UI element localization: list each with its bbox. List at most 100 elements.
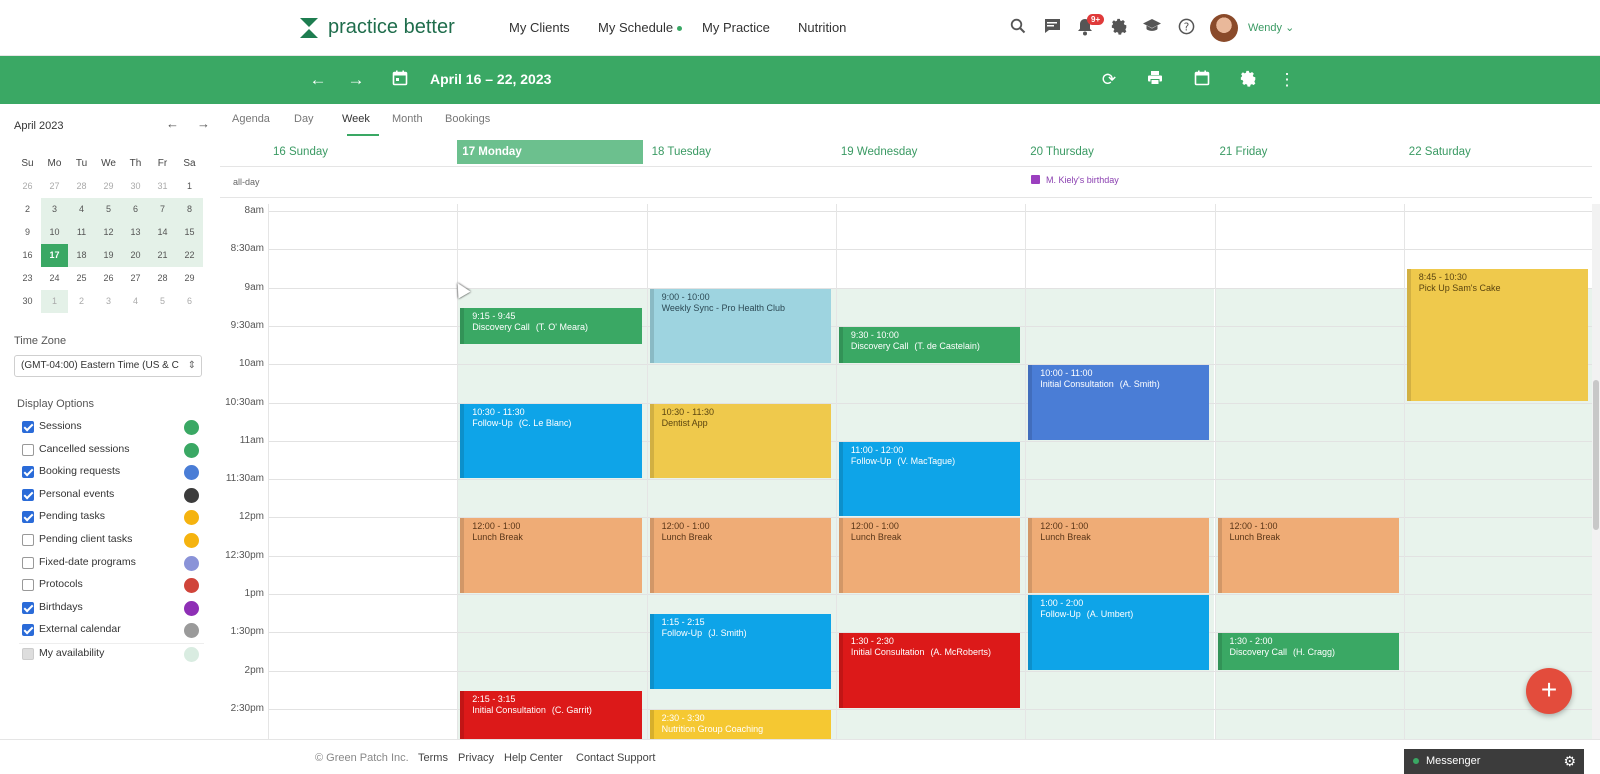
mini-day-cell[interactable]: 14 <box>149 221 176 244</box>
calendar-event[interactable]: 12:00 - 1:00 Lunch Break <box>838 518 1021 593</box>
tab-bookings[interactable]: Bookings <box>445 113 490 125</box>
display-option[interactable]: Protocols <box>19 575 204 598</box>
color-swatch-icon[interactable] <box>184 578 199 594</box>
mini-day-cell[interactable]: 24 <box>41 267 68 290</box>
terms-link[interactable]: Terms <box>418 752 448 764</box>
calendar-event[interactable]: 10:30 - 11:30 Follow-Up (C. Le Blanc) <box>460 403 642 479</box>
day-header[interactable]: 16 Sunday <box>268 140 453 164</box>
calendar-event[interactable]: 2:15 - 3:15 Initial Consultation (C. Garri… <box>460 690 642 739</box>
color-swatch-icon[interactable] <box>184 623 199 639</box>
day-header[interactable]: 20 Thursday <box>1025 140 1210 164</box>
mini-day-cell[interactable]: 22 <box>176 244 203 267</box>
print-icon[interactable] <box>1145 70 1165 90</box>
mini-day-cell[interactable]: 21 <box>149 244 176 267</box>
user-avatar[interactable] <box>1210 14 1238 42</box>
day-header[interactable]: 22 Saturday <box>1404 140 1589 164</box>
messenger-settings-gear-icon[interactable]: ⚙ <box>1563 749 1576 774</box>
color-swatch-icon[interactable] <box>184 532 199 548</box>
calendar-event[interactable]: 12:00 - 1:00 Lunch Break <box>460 518 642 593</box>
mini-day-cell[interactable]: 28 <box>149 267 176 290</box>
mini-day-cell[interactable]: 1 <box>41 290 68 313</box>
mini-day-cell[interactable]: 5 <box>95 198 122 221</box>
calendar-settings-gear-icon[interactable] <box>1238 70 1258 90</box>
previous-week-arrow-icon[interactable]: ← <box>308 70 328 90</box>
calendar-event[interactable]: 11:00 - 12:00 Follow-Up (V. MacTague) <box>838 441 1021 517</box>
mini-day-cell[interactable]: 9 <box>14 221 41 244</box>
calendar-event[interactable]: 1:15 - 2:15 Follow-Up (J. Smith) <box>649 614 831 689</box>
tab-week[interactable]: Week <box>342 113 370 125</box>
mini-next-month-arrow-icon[interactable]: → <box>197 116 210 131</box>
calendar-event[interactable]: 9:30 - 10:00 Discovery Call (T. de Castela… <box>838 326 1021 364</box>
mini-day-cell[interactable]: 6 <box>176 290 203 313</box>
calendar-event[interactable]: 1:30 - 2:00 Discovery Call (H. Cragg) <box>1217 633 1399 670</box>
refresh-icon[interactable]: ⟳ <box>1099 70 1119 90</box>
mini-day-cell[interactable]: 4 <box>122 290 149 313</box>
mini-day-cell[interactable]: 26 <box>95 267 122 290</box>
mini-day-cell[interactable]: 17 <box>41 244 68 267</box>
chat-icon[interactable] <box>1042 18 1062 38</box>
color-swatch-icon[interactable] <box>184 465 199 481</box>
color-swatch-icon[interactable] <box>184 555 199 571</box>
mini-day-cell[interactable]: 2 <box>68 290 95 313</box>
mini-day-cell[interactable]: 29 <box>176 267 203 290</box>
color-swatch-icon[interactable] <box>184 442 199 458</box>
calendar-event[interactable]: 1:30 - 2:30 Initial Consultation (A. McRob… <box>838 633 1021 708</box>
mini-day-cell[interactable]: 1 <box>176 175 203 198</box>
mini-day-cell[interactable]: 27 <box>41 175 68 198</box>
week-time-grid[interactable]: 8am 8:30am 9am 9:30am 10am 10:30am 11am 11:30am… <box>220 204 1592 739</box>
display-option[interactable]: Pending client tasks <box>19 530 204 553</box>
mini-day-cell[interactable]: 31 <box>149 175 176 198</box>
color-swatch-icon[interactable] <box>184 487 199 503</box>
calendar-event[interactable]: 12:00 - 1:00 Lunch Break <box>649 518 831 593</box>
contact-support-link[interactable]: Contact Support <box>576 752 656 764</box>
calendar-event[interactable]: 10:30 - 11:30 Dentist App <box>649 403 831 479</box>
display-option[interactable]: Pending tasks <box>19 507 204 530</box>
checkbox[interactable] <box>22 624 34 637</box>
day-header[interactable]: 18 Tuesday <box>647 140 832 164</box>
mini-day-cell[interactable]: 25 <box>68 267 95 290</box>
mini-day-cell[interactable]: 6 <box>122 198 149 221</box>
mini-day-cell[interactable]: 12 <box>95 221 122 244</box>
calendar-view-icon[interactable] <box>1192 70 1212 90</box>
mini-day-cell[interactable]: 26 <box>14 175 41 198</box>
checkbox[interactable] <box>22 466 34 479</box>
color-swatch-icon[interactable] <box>184 510 199 526</box>
display-option[interactable]: Sessions <box>19 417 204 440</box>
checkbox[interactable] <box>22 556 34 569</box>
add-event-button[interactable]: + <box>1526 668 1572 714</box>
checkbox[interactable] <box>22 421 34 433</box>
mini-day-cell[interactable]: 2 <box>14 198 41 221</box>
display-option[interactable]: External calendar <box>19 620 204 643</box>
mini-day-cell[interactable]: 15 <box>176 221 203 244</box>
checkbox[interactable] <box>22 511 34 524</box>
color-swatch-icon[interactable] <box>184 600 199 616</box>
tab-agenda[interactable]: Agenda <box>232 113 270 125</box>
calendar-event[interactable]: 10:00 - 11:00 Initial Consultation (A. Smi… <box>1028 365 1210 440</box>
mini-day-cell[interactable]: 28 <box>68 175 95 198</box>
day-header[interactable]: 17 Monday <box>457 140 643 164</box>
help-center-link[interactable]: Help Center <box>504 752 563 764</box>
checkbox[interactable] <box>22 443 34 456</box>
calendar-event[interactable]: 1:00 - 2:00 Follow-Up (A. Umbert) <box>1028 595 1210 670</box>
mini-day-cell[interactable]: 19 <box>95 244 122 267</box>
mini-day-cell[interactable]: 23 <box>14 267 41 290</box>
user-menu[interactable]: Wendy ⌄ <box>1248 21 1294 34</box>
calendar-event[interactable]: 12:00 - 1:00 Lunch Break <box>1217 518 1399 593</box>
more-vertical-icon[interactable]: ⋮ <box>1277 70 1297 90</box>
checkbox[interactable] <box>22 647 34 660</box>
time-zone-select[interactable]: (GMT-04:00) Eastern Time (US & C ⇕ <box>14 355 202 377</box>
mini-prev-month-arrow-icon[interactable]: ← <box>166 116 179 131</box>
next-week-arrow-icon[interactable]: → <box>346 70 366 90</box>
calendar-event[interactable]: 12:00 - 1:00 Lunch Break <box>1028 518 1210 593</box>
checkbox[interactable] <box>22 601 34 614</box>
checkbox[interactable] <box>22 579 34 592</box>
help-icon[interactable]: ? <box>1176 18 1196 38</box>
checkbox[interactable] <box>22 533 34 546</box>
search-icon[interactable] <box>1008 18 1028 38</box>
display-option[interactable]: Cancelled sessions <box>19 440 204 463</box>
display-option[interactable]: Personal events <box>19 485 204 508</box>
privacy-link[interactable]: Privacy <box>458 752 494 764</box>
mini-day-cell[interactable]: 29 <box>95 175 122 198</box>
checkbox[interactable] <box>22 488 34 501</box>
date-picker-calendar-icon[interactable] <box>390 70 410 90</box>
